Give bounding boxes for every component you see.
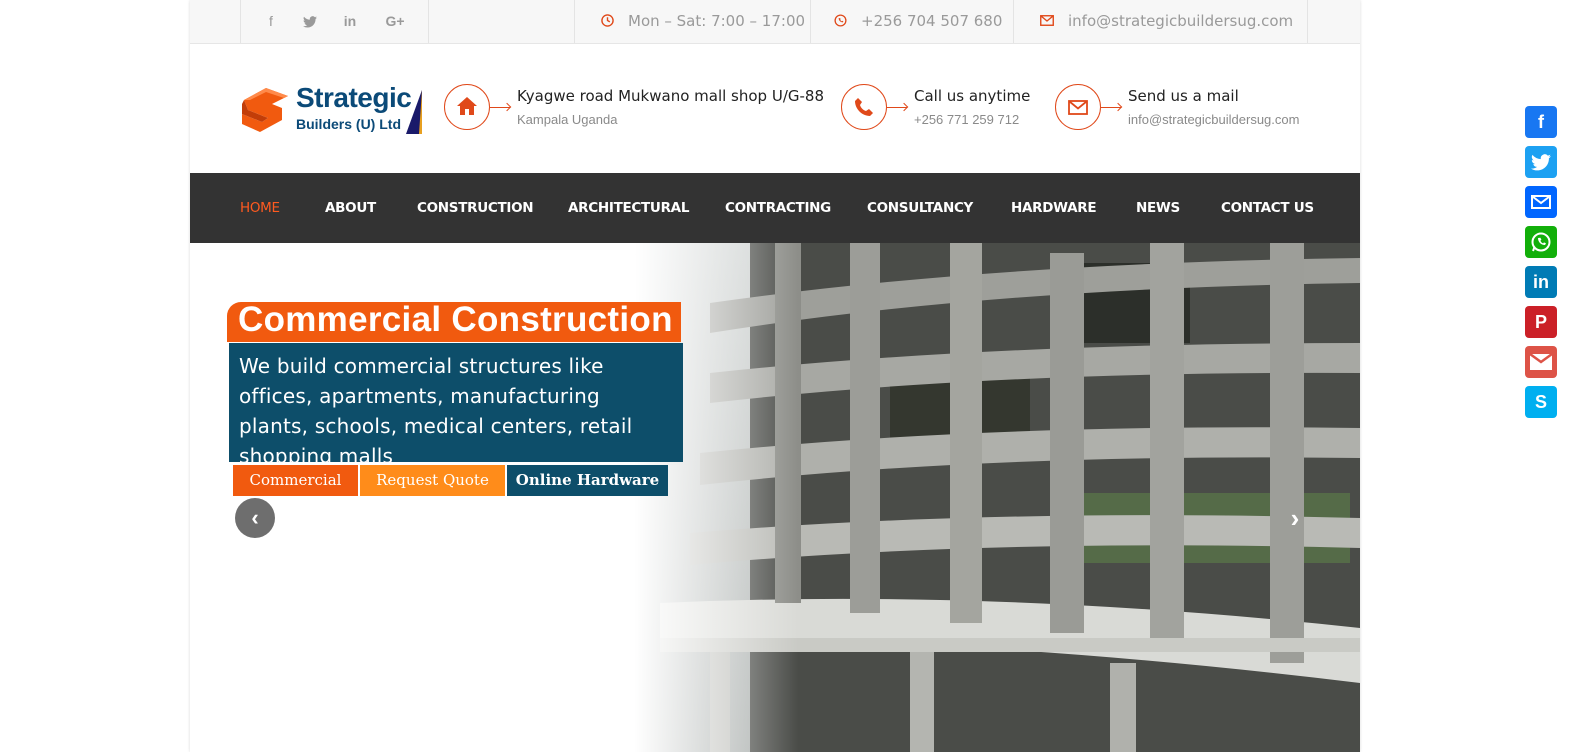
share-twitter-icon[interactable] [1525,146,1557,178]
hero-title: Commercial Construction [238,300,673,339]
address-sub: Kampala Uganda [517,112,618,127]
mail-title: Send us a mail [1128,87,1239,105]
email-cell: info@strategicbuildersug.com [1013,0,1308,43]
page-container: f in G+ Mon – Sat: 7:00 – 17:00 +256 704… [190,0,1360,752]
logo-mark [242,88,288,132]
phone-text[interactable]: +256 704 507 680 [861,12,1002,30]
phone-icon [841,84,887,130]
email-text[interactable]: info@strategicbuildersug.com [1068,12,1293,30]
share-whatsapp-icon[interactable] [1525,226,1557,258]
commercial-button[interactable]: Commercial [233,465,358,496]
mail-block: Send us a mail info@strategicbuildersug.… [1055,84,1325,134]
call-number[interactable]: +256 771 259 712 [914,112,1019,127]
call-title: Call us anytime [914,87,1031,105]
nav-item-news[interactable]: NEWS [1136,173,1180,243]
envelope-icon [1055,84,1101,130]
nav-item-contact-us[interactable]: CONTACT US [1221,173,1314,243]
main-nav: HOME ABOUT CONSTRUCTION ARCHITECTURAL CO… [190,173,1360,243]
slider-prev-arrow-icon[interactable]: ‹ [235,498,275,538]
nav-item-hardware[interactable]: HARDWARE [1011,173,1097,243]
clock-icon [600,1,614,43]
linkedin-icon[interactable]: in [340,0,360,43]
share-email-icon[interactable] [1525,186,1557,218]
call-block: Call us anytime +256 771 259 712 [841,84,1031,134]
company-logo[interactable]: Strategic Builders (U) Ltd [238,80,424,136]
google-plus-icon[interactable]: G+ [383,0,407,43]
logo-word-builders: Builders (U) Ltd [296,116,401,132]
logo-word-strategic: Strategic [296,82,412,113]
mail-address[interactable]: info@strategicbuildersug.com [1128,112,1299,127]
arrow-icon [490,107,510,108]
twitter-icon[interactable] [300,0,320,43]
nav-item-consultancy[interactable]: CONSULTANCY [867,173,973,243]
share-pinterest-icon[interactable]: P [1525,306,1557,338]
envelope-icon [1040,1,1054,43]
nav-item-about[interactable]: ABOUT [325,173,376,243]
social-links: f in G+ [240,0,429,43]
address-title: Kyagwe road Mukwano mall shop U/G-88 [517,87,824,105]
nav-item-construction[interactable]: CONSTRUCTION [417,173,534,243]
arrow-icon [1101,107,1121,108]
top-bar: f in G+ Mon – Sat: 7:00 – 17:00 +256 704… [190,0,1360,44]
arrow-icon [887,107,907,108]
nav-item-architectural[interactable]: ARCHITECTURAL [568,173,689,243]
hero-slider: Commercial Construction We build commerc… [190,243,1360,752]
nav-item-home[interactable]: HOME [240,173,280,243]
online-hardware-button[interactable]: Online Hardware [507,465,668,496]
nav-item-contracting[interactable]: CONTRACTING [725,173,831,243]
hero-description: We build commercial structures like offi… [239,354,633,468]
logo-flag [406,90,422,134]
share-facebook-icon[interactable]: f [1525,106,1557,138]
share-skype-icon[interactable]: S [1525,386,1557,418]
phone-cell: +256 704 507 680 [810,0,1013,43]
request-quote-button[interactable]: Request Quote [360,465,505,496]
facebook-icon[interactable]: f [261,0,281,43]
whatsapp-icon [833,1,847,43]
hours-cell: Mon – Sat: 7:00 – 17:00 [574,0,809,43]
share-linkedin-icon[interactable]: in [1525,266,1557,298]
share-gmail-icon[interactable] [1525,346,1557,378]
hours-text: Mon – Sat: 7:00 – 17:00 [628,12,806,30]
address-block: Kyagwe road Mukwano mall shop U/G-88 Kam… [444,84,824,134]
slider-next-arrow-icon[interactable]: › [1280,503,1310,533]
home-icon [444,84,490,130]
